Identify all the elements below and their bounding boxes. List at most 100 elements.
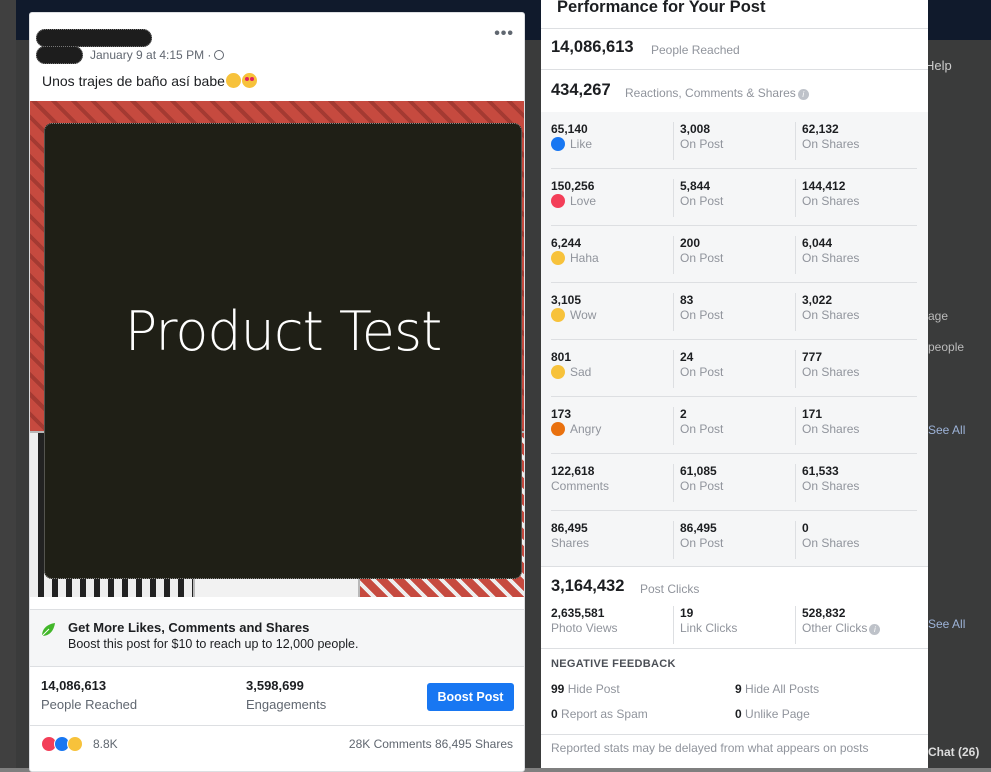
engagements-label: Engagements	[246, 697, 327, 712]
on-shares-label-text: On Shares	[802, 194, 860, 208]
total-label-text: Comments	[551, 479, 610, 493]
post-photo[interactable]: Product Test	[30, 101, 524, 597]
more-options-icon[interactable]: •••	[494, 25, 514, 43]
total-cell: 173 Angry	[551, 407, 673, 445]
clicks-breakdown: 2,635,581 Photo Views 19 Link Clicks 528…	[551, 606, 917, 644]
other-clicks-cell: 528,832 Other Clicks i	[795, 606, 917, 644]
on-shares-label-text: On Shares	[802, 365, 860, 379]
on-post-label: On Post	[680, 250, 795, 266]
on-shares-label-text: On Shares	[802, 479, 860, 493]
total-label-text: Sad	[570, 365, 592, 379]
on-post-label-text: On Post	[680, 194, 724, 208]
post-stats-row: 14,086,613 People Reached 3,598,699 Enga…	[30, 668, 524, 724]
globe-icon	[214, 50, 225, 60]
on-post-label: On Post	[680, 535, 795, 551]
on-post-label: On Post	[680, 193, 795, 209]
like-icon	[551, 137, 565, 151]
on-post-value: 2	[680, 407, 687, 421]
chat-label[interactable]: Chat (26)	[928, 745, 979, 759]
heart-eyes-icon	[241, 73, 257, 88]
reaction-row-love: 150,256 Love 5,844 On Post 144,412 On Shares	[551, 169, 917, 226]
on-post-label: On Post	[680, 307, 795, 323]
total-label-text: Haha	[570, 251, 599, 265]
rcs-value: 434,267	[551, 81, 611, 99]
other-clicks-label: Other Clicks i	[802, 620, 917, 636]
on-post-label-text: On Post	[680, 536, 724, 550]
rcs-label: Reactions, Comments & Shares i	[625, 86, 809, 100]
comments-shares-count[interactable]: 28K Comments 86,495 Shares	[349, 737, 513, 751]
unlike-page-stat: 0 Unlike Page	[735, 707, 810, 721]
on-shares-cell: 171 On Shares	[795, 407, 917, 445]
info-icon[interactable]: i	[869, 624, 881, 635]
total-value: 150,256	[551, 179, 595, 193]
reached-label: People Reached	[651, 43, 740, 57]
reaction-row-like: 65,140 Like 3,008 On Post 62,132 On Shares	[551, 112, 917, 169]
on-post-value: 5,844	[680, 179, 711, 193]
panel-footer: Reported stats may be delayed from what …	[551, 741, 869, 755]
hide-all-value: 9	[735, 682, 742, 696]
on-shares-cell: 777 On Shares	[795, 350, 917, 388]
total-label-text: Like	[570, 137, 593, 151]
haha-icon	[551, 251, 565, 265]
link-clicks-value: 19	[680, 606, 694, 620]
on-shares-value: 6,044	[802, 236, 833, 250]
total-label: Like	[551, 136, 673, 152]
reactions-count[interactable]: 8.8K	[93, 737, 118, 751]
total-value: 122,618	[551, 464, 595, 478]
product-test-overlay: Product Test	[44, 123, 522, 579]
on-post-label-text: On Post	[680, 251, 724, 265]
leaf-icon	[41, 623, 55, 637]
total-cell: 3,105 Wow	[551, 293, 673, 331]
boost-post-button[interactable]: Boost Post	[427, 683, 514, 711]
on-post-value: 200	[680, 236, 701, 250]
spam-value: 0	[551, 707, 558, 721]
on-shares-value: 777	[802, 350, 823, 364]
total-label: Haha	[551, 250, 673, 266]
see-all-link[interactable]: See All	[928, 423, 965, 437]
haha-reaction-icon	[67, 736, 83, 752]
reaction-row-shares: 86,495 Shares 86,495 On Post 0 On Shares	[551, 511, 917, 568]
unlike-value: 0	[735, 707, 742, 721]
caption-text: Unos trajes de baño así babe	[42, 73, 225, 89]
link-clicks-label: Link Clicks	[680, 621, 738, 635]
post-date-text: January 9 at 4:15 PM ·	[90, 48, 212, 62]
on-post-label: On Post	[680, 136, 795, 152]
total-value: 6,244	[551, 236, 582, 250]
total-label-text: Shares	[551, 536, 590, 550]
overlay-title: Product Test	[124, 299, 443, 363]
other-clicks-value: 528,832	[802, 606, 846, 620]
hide-post-label: Hide Post	[567, 682, 620, 696]
on-shares-label-text: On Shares	[802, 536, 860, 550]
on-post-label: On Post	[680, 478, 795, 494]
on-post-label-text: On Post	[680, 137, 724, 151]
on-shares-label-text: On Shares	[802, 422, 860, 436]
post-timestamp[interactable]: January 9 at 4:15 PM ·	[90, 48, 225, 62]
on-post-cell: 86,495 On Post	[673, 521, 795, 559]
total-cell: 122,618 Comments	[551, 464, 673, 502]
unlike-label: Unlike Page	[745, 707, 810, 721]
post-caption: Unos trajes de baño así babe	[42, 73, 257, 89]
sad-icon	[551, 365, 565, 379]
on-post-value: 61,085	[680, 464, 717, 478]
on-post-label-text: On Post	[680, 422, 724, 436]
on-shares-value: 171	[802, 407, 823, 421]
spam-label: Report as Spam	[561, 707, 648, 721]
on-shares-label: On Shares	[802, 364, 917, 380]
redacted-avatar	[36, 46, 83, 64]
people-fragment: people	[928, 340, 965, 354]
total-cell: 6,244 Haha	[551, 236, 673, 274]
on-post-value: 24	[680, 350, 694, 364]
see-all-link-2[interactable]: See All	[928, 617, 965, 631]
on-post-cell: 5,844 On Post	[673, 179, 795, 217]
help-menu[interactable]: Help	[925, 58, 952, 73]
total-label: Love	[551, 193, 673, 209]
on-shares-label-text: On Shares	[802, 308, 860, 322]
info-icon[interactable]: i	[797, 89, 809, 100]
boost-title: Get More Likes, Comments and Shares	[68, 620, 310, 635]
on-shares-value: 62,132	[802, 122, 839, 136]
boost-banner[interactable]: Get More Likes, Comments and Shares Boos…	[30, 609, 524, 667]
pleading-face-icon	[225, 73, 241, 88]
total-value: 3,105	[551, 293, 582, 307]
total-label: Comments	[551, 478, 673, 494]
on-post-label: On Post	[680, 364, 795, 380]
